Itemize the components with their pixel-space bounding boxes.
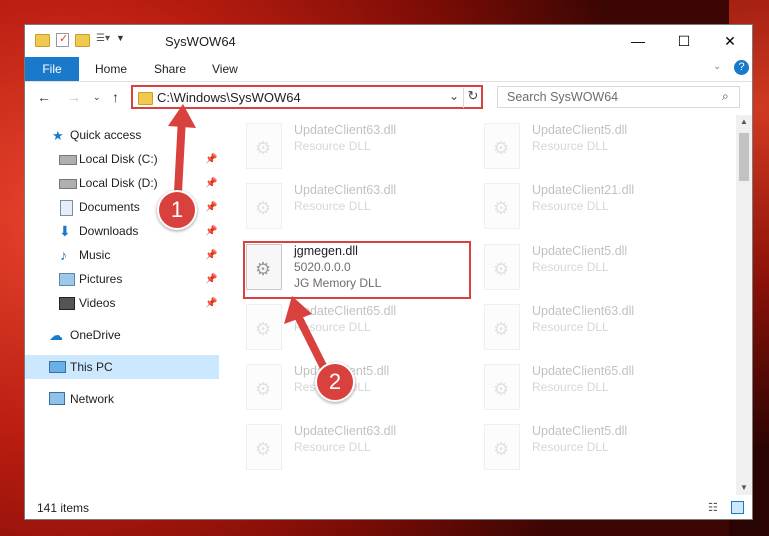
- annotation-arrows: [168, 104, 329, 372]
- arrow-1-head: [168, 104, 196, 128]
- arrow-2-shaft: [294, 314, 329, 372]
- arrow-1-shaft: [174, 117, 186, 193]
- callout-badge-1: 1: [157, 190, 197, 230]
- callout-badge-2: 2: [315, 362, 355, 402]
